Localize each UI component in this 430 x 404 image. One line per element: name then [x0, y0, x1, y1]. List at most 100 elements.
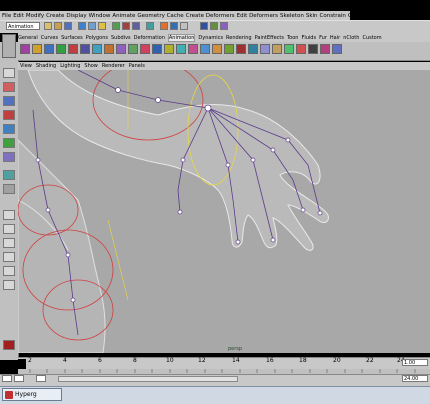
tab-polygons[interactable]: Polygons — [86, 35, 108, 41]
tab-painteffects[interactable]: PaintEffects — [255, 35, 284, 41]
move-tool-icon[interactable] — [3, 110, 15, 120]
new-scene-icon[interactable] — [44, 22, 52, 30]
shelf-ik-handle-icon[interactable] — [128, 44, 138, 54]
menu-set-dropdown[interactable]: Animation — [6, 22, 40, 30]
range-slider-bar[interactable] — [58, 376, 238, 382]
render-settings-icon[interactable] — [180, 22, 188, 30]
joint-middle-2[interactable] — [270, 237, 276, 243]
render-view-icon[interactable] — [3, 340, 15, 350]
menu-skeleton[interactable]: Skeleton — [280, 13, 304, 19]
snap-curve-icon[interactable] — [122, 22, 130, 30]
shelf-outliner-icon[interactable] — [320, 44, 330, 54]
current-frame-marker[interactable] — [18, 359, 26, 369]
attribute-editor-icon[interactable] — [200, 22, 208, 30]
tab-deformation[interactable]: Deformation — [134, 35, 165, 41]
menu-animate[interactable]: Animate — [112, 13, 135, 19]
snap-point-icon[interactable] — [132, 22, 140, 30]
select-object-icon[interactable] — [88, 22, 96, 30]
tab-hair[interactable]: Hair — [330, 35, 340, 41]
menu-skin[interactable]: Skin — [306, 13, 318, 19]
show-manipulator-icon[interactable] — [3, 184, 15, 194]
menu-geometry-cache[interactable]: Geometry Cache — [137, 13, 183, 19]
paint-select-tool-icon[interactable] — [3, 96, 15, 106]
select-tool-icon[interactable] — [3, 68, 15, 78]
panel-menu-shading[interactable]: Shading — [36, 63, 56, 69]
tab-ncloth[interactable]: nCloth — [343, 35, 359, 41]
shelf-playblast-icon[interactable] — [104, 44, 114, 54]
shelf-constraint-icon[interactable] — [248, 44, 258, 54]
panel-menu-show[interactable]: Show — [84, 63, 98, 69]
rotate-tool-icon[interactable] — [3, 124, 15, 134]
shelf-character-icon[interactable] — [152, 44, 162, 54]
tab-curves[interactable]: Curves — [41, 35, 58, 41]
shelf-hypergraph-icon[interactable] — [308, 44, 318, 54]
joint-pinky-1[interactable] — [285, 137, 291, 143]
graph-layout-icon[interactable] — [3, 280, 15, 290]
panel-menu-lighting[interactable]: Lighting — [60, 63, 80, 69]
shelf-lattice-icon[interactable] — [176, 44, 186, 54]
menu-help[interactable]: Help — [377, 13, 390, 19]
joint-forearm[interactable] — [155, 97, 161, 103]
tab-general[interactable]: General — [18, 35, 38, 41]
joint-spine-1[interactable] — [35, 157, 41, 163]
shelf-menu-icon[interactable] — [2, 34, 16, 58]
shelf-blendshape-icon[interactable] — [188, 44, 198, 54]
menu-edit-deformers[interactable]: Edit Deformers — [237, 13, 278, 19]
tool-settings-icon[interactable] — [210, 22, 218, 30]
outliner-layout-icon[interactable] — [3, 266, 15, 276]
shelf-nonlinear-icon[interactable] — [236, 44, 246, 54]
joint-knee[interactable] — [70, 297, 76, 303]
range-end-field[interactable]: 24.00 — [402, 375, 428, 382]
tab-dynamics[interactable]: Dynamics — [198, 35, 223, 41]
menu-display[interactable]: Display — [66, 13, 86, 19]
shelf-sculpt-icon[interactable] — [224, 44, 234, 54]
joint-hip[interactable] — [65, 252, 71, 258]
single-pane-layout-icon[interactable] — [3, 210, 15, 220]
panel-menu-renderer[interactable]: Renderer — [102, 63, 125, 69]
range-start-field[interactable] — [36, 375, 46, 382]
panel-menu-view[interactable]: View — [20, 63, 32, 69]
open-scene-icon[interactable] — [54, 22, 62, 30]
select-component-icon[interactable] — [98, 22, 106, 30]
shelf-scale-icon[interactable] — [284, 44, 294, 54]
shelf-trax-icon[interactable] — [68, 44, 78, 54]
menu-window[interactable]: Window — [89, 13, 111, 19]
joint-pinky-2[interactable] — [317, 210, 323, 216]
ipr-render-icon[interactable] — [170, 22, 178, 30]
joint-index-2[interactable] — [235, 239, 241, 245]
shelf-motion-path-icon[interactable] — [80, 44, 90, 54]
shelf-graph-editor-icon[interactable] — [44, 44, 54, 54]
save-scene-icon[interactable] — [64, 22, 72, 30]
manipulator-tool-icon[interactable] — [3, 152, 15, 162]
shelf-aim-icon[interactable] — [260, 44, 270, 54]
menu-create-deformers[interactable]: Create Deformers — [186, 13, 235, 19]
menu-modify[interactable]: Modify — [26, 13, 44, 19]
joint-spine-2[interactable] — [45, 207, 51, 213]
hypergraph-layout-icon[interactable] — [3, 252, 15, 262]
taskbar-hypergraph-button[interactable]: Hyperg — [2, 388, 62, 401]
shelf-wire-icon[interactable] — [212, 44, 222, 54]
tab-rendering[interactable]: Rendering — [226, 35, 252, 41]
two-pane-layout-icon[interactable] — [3, 238, 15, 248]
menu-character[interactable]: Character — [348, 13, 375, 19]
shelf-set-key-icon[interactable] — [20, 44, 30, 54]
menu-file[interactable]: File — [2, 13, 11, 19]
joint-wrist[interactable] — [204, 104, 212, 112]
playback-start-field[interactable] — [14, 375, 24, 382]
shelf-ghost-icon[interactable] — [92, 44, 102, 54]
shelf-cluster-icon[interactable] — [164, 44, 174, 54]
select-hierarchy-icon[interactable] — [78, 22, 86, 30]
joint-index-1[interactable] — [225, 162, 231, 168]
menu-edit[interactable]: Edit — [13, 13, 24, 19]
snap-grid-icon[interactable] — [112, 22, 120, 30]
shelf-bind-skin-icon[interactable] — [140, 44, 150, 54]
tab-surfaces[interactable]: Surfaces — [61, 35, 83, 41]
joint-elbow[interactable] — [115, 87, 121, 93]
channel-box-icon[interactable] — [220, 22, 228, 30]
joint-thumb-1[interactable] — [180, 157, 186, 163]
joint-thumb-2[interactable] — [177, 209, 183, 215]
perspective-viewport[interactable] — [18, 70, 430, 353]
last-tool-icon[interactable] — [3, 170, 15, 180]
scale-tool-icon[interactable] — [3, 138, 15, 148]
four-pane-layout-icon[interactable] — [3, 224, 15, 234]
